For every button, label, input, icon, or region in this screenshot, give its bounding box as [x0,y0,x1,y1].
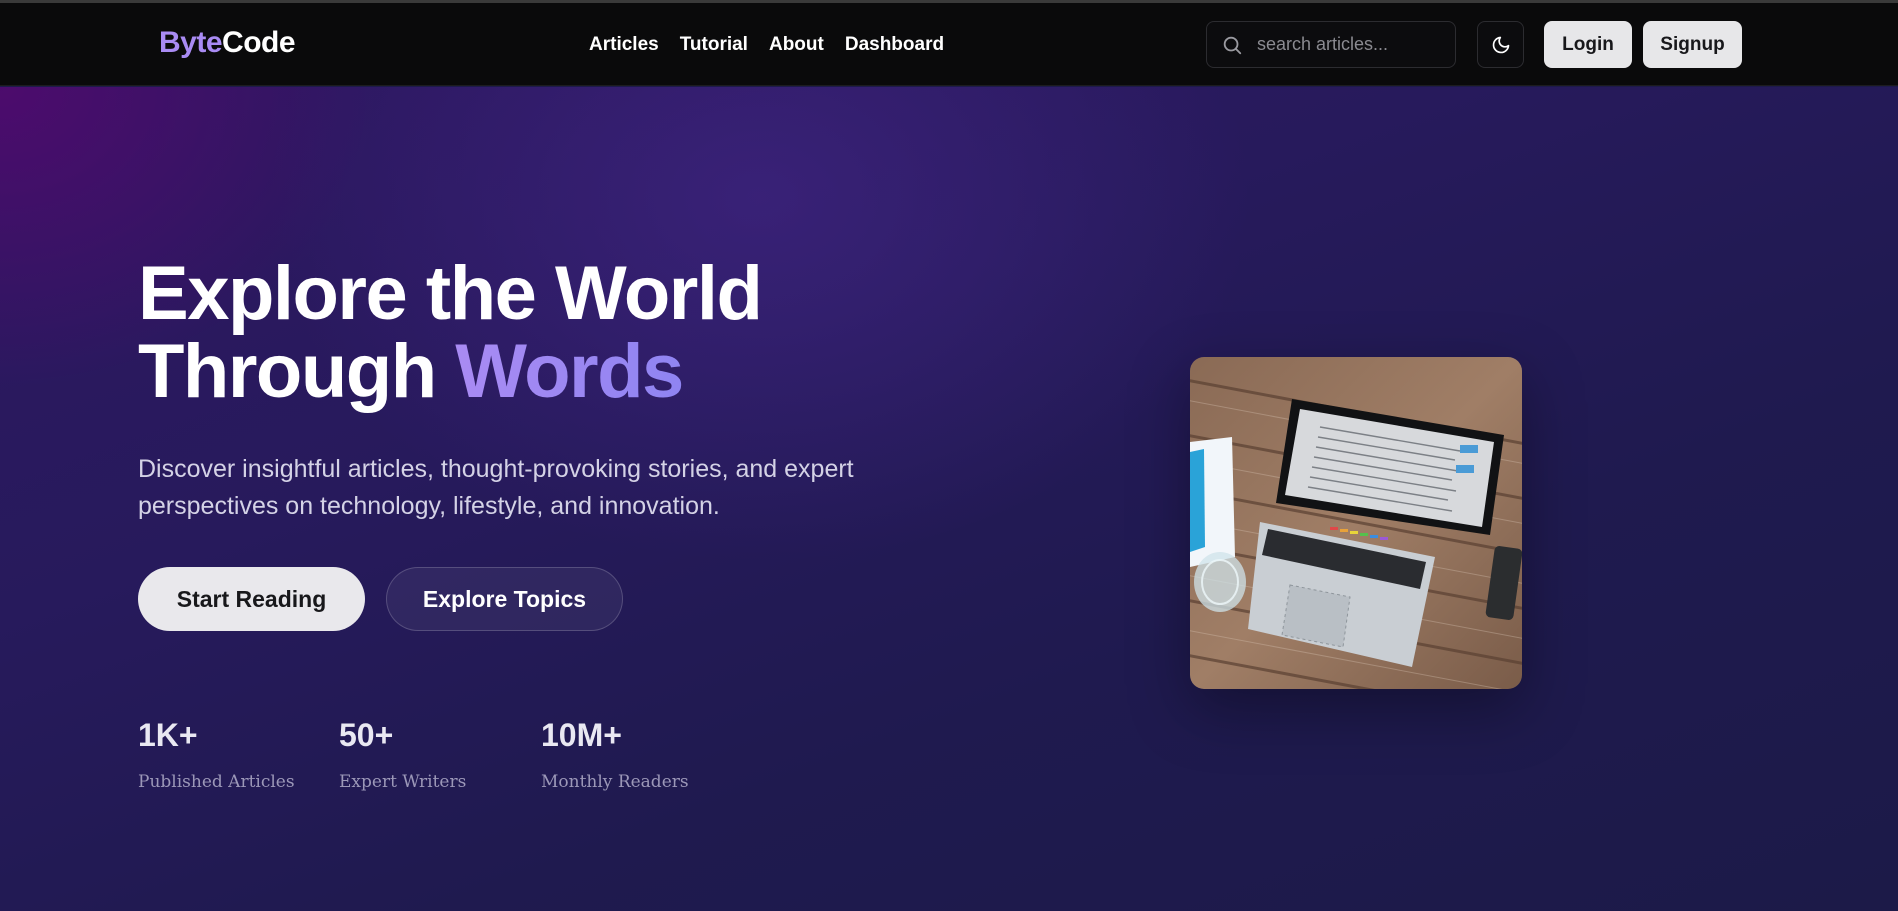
main-nav: Articles Tutorial About Dashboard [589,34,944,56]
stat-articles: 1K+ Published Articles [138,717,295,792]
stat-label: Monthly Readers [541,772,689,792]
signup-button[interactable]: Signup [1643,21,1742,68]
nav-about[interactable]: About [769,34,824,56]
stat-value: 10M+ [541,717,622,753]
search-icon [1223,36,1242,54]
headline-accent-word: Words [455,329,684,414]
explore-topics-button[interactable]: Explore Topics [386,567,623,631]
headline-line2: Through [138,329,456,414]
nav-tutorial[interactable]: Tutorial [680,34,748,56]
stat-value: 50+ [339,717,394,753]
search-input[interactable] [1257,34,1447,55]
nav-articles[interactable]: Articles [589,34,659,56]
hero-headline: Explore the World Through Words [138,255,763,414]
hero-subtitle: Discover insightful articles, thought-pr… [138,455,854,520]
brand-logo-part2: Code [222,26,296,59]
stat-label: Published Articles [138,772,295,792]
brand-logo[interactable]: ByteCode [159,26,296,60]
hero-section: Explore the World Through Words Discover… [0,87,1898,911]
nav-dashboard[interactable]: Dashboard [845,34,944,56]
theme-toggle-button[interactable] [1477,21,1524,68]
login-button[interactable]: Login [1544,21,1632,68]
headline-line1: Explore the World [138,251,763,336]
stat-writers: 50+ Expert Writers [339,717,466,792]
stat-readers: 10M+ Monthly Readers [541,717,689,792]
brand-logo-part1: Byte [159,26,223,59]
search-box[interactable] [1206,21,1456,68]
stat-value: 1K+ [138,717,198,753]
hero-laptop-image [1190,357,1522,689]
navbar: ByteCode Articles Tutorial About Dashboa… [0,3,1898,86]
start-reading-button[interactable]: Start Reading [138,567,365,631]
moon-icon [1492,36,1509,53]
stat-label: Expert Writers [339,772,467,792]
